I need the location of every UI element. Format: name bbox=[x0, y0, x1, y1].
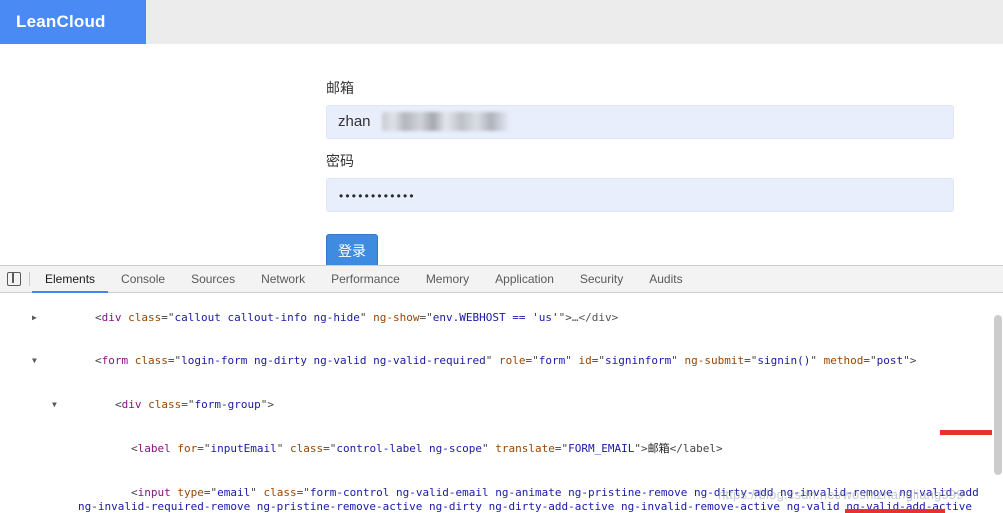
attr-value: form-group bbox=[194, 398, 260, 411]
attr-name: ng-show bbox=[373, 311, 419, 324]
tab-security[interactable]: Security bbox=[567, 266, 636, 293]
attr-value: form bbox=[539, 354, 566, 367]
scrollbar-thumb[interactable] bbox=[994, 315, 1002, 475]
tab-performance[interactable]: Performance bbox=[318, 266, 413, 293]
password-input[interactable]: •••••••••••• bbox=[326, 178, 954, 212]
attr-name: type bbox=[177, 486, 204, 499]
tab-console[interactable]: Console bbox=[108, 266, 178, 293]
form-group-password: 密码 •••••••••••• bbox=[326, 151, 954, 212]
collapse-arrow-icon[interactable]: ▼ bbox=[52, 398, 57, 413]
toolbar-divider bbox=[29, 272, 30, 286]
attr-value: control-label ng-scope bbox=[336, 442, 482, 455]
attr-value: post bbox=[877, 354, 904, 367]
tag-name: div bbox=[122, 398, 142, 411]
email-label: 邮箱 bbox=[326, 78, 954, 98]
attr-name: translate bbox=[495, 442, 555, 455]
elements-dom-tree[interactable]: ▶<div class="callout callout-info ng-hid… bbox=[0, 293, 1003, 513]
dom-node-callout-div[interactable]: ▶<div class="callout callout-info ng-hid… bbox=[0, 296, 1003, 340]
dom-node-form-group-email[interactable]: ▼<div class="form-group"> bbox=[0, 384, 1003, 428]
tab-sources[interactable]: Sources bbox=[178, 266, 248, 293]
browser-page-area: LeanCloud 邮箱 zhan 密码 •••••••••••• 登录 bbox=[0, 0, 1003, 265]
dom-tree-scrollbar[interactable] bbox=[992, 293, 1003, 513]
attr-name: class bbox=[263, 486, 296, 499]
tag-name: form bbox=[102, 354, 129, 367]
email-input-wrapper: zhan bbox=[326, 105, 954, 139]
attr-name: class bbox=[148, 398, 181, 411]
attr-name: class bbox=[135, 354, 168, 367]
tag-name: label bbox=[138, 442, 171, 455]
dom-node-input-email[interactable]: <input type="email" class="form-control … bbox=[0, 471, 1003, 513]
login-form: 邮箱 zhan 密码 •••••••••••• 登录 bbox=[326, 78, 954, 268]
collapsed-children[interactable]: …</div> bbox=[572, 311, 618, 324]
password-label: 密码 bbox=[326, 151, 954, 171]
close-tag: </label> bbox=[670, 442, 723, 455]
devtools-panel: Elements Console Sources Network Perform… bbox=[0, 265, 1003, 513]
attr-value: inputEmail bbox=[210, 442, 276, 455]
password-masked-value: •••••••••••• bbox=[339, 179, 941, 213]
attr-name: role bbox=[499, 354, 526, 367]
collapse-arrow-icon[interactable]: ▼ bbox=[32, 354, 37, 369]
device-toolbar-icon[interactable] bbox=[7, 272, 21, 286]
attr-name: method bbox=[824, 354, 864, 367]
red-annotation-bar-password bbox=[845, 509, 945, 513]
attr-value: signin() bbox=[757, 354, 810, 367]
tag-name: div bbox=[102, 311, 122, 324]
tab-application[interactable]: Application bbox=[482, 266, 567, 293]
form-group-email: 邮箱 zhan bbox=[326, 78, 954, 139]
attr-name: class bbox=[290, 442, 323, 455]
leancloud-logo[interactable]: LeanCloud bbox=[0, 0, 146, 44]
dom-node-form[interactable]: ▼<form class="login-form ng-dirty ng-val… bbox=[0, 340, 1003, 384]
attr-name: for bbox=[177, 442, 197, 455]
attr-name: class bbox=[128, 311, 161, 324]
tab-network[interactable]: Network bbox=[248, 266, 318, 293]
dom-node-label-email[interactable]: <label for="inputEmail" class="control-l… bbox=[0, 427, 1003, 471]
tab-memory[interactable]: Memory bbox=[413, 266, 482, 293]
attr-value: login-form ng-dirty ng-valid ng-valid-re… bbox=[181, 354, 486, 367]
attr-value: env.WEBHOST == 'us' bbox=[433, 311, 559, 324]
devtools-tabbar: Elements Console Sources Network Perform… bbox=[0, 266, 1003, 293]
devtools-dock-controls bbox=[0, 266, 29, 292]
tab-audits[interactable]: Audits bbox=[636, 266, 695, 293]
site-topbar: LeanCloud bbox=[0, 0, 1003, 44]
node-text: 邮箱 bbox=[648, 442, 670, 455]
attr-value: signinform bbox=[605, 354, 671, 367]
attr-value: callout callout-info ng-hide bbox=[174, 311, 359, 324]
email-input[interactable] bbox=[326, 105, 954, 139]
devtools-tab-list: Elements Console Sources Network Perform… bbox=[32, 266, 696, 292]
tab-elements[interactable]: Elements bbox=[32, 266, 108, 293]
screenshot-root: LeanCloud 邮箱 zhan 密码 •••••••••••• 登录 bbox=[0, 0, 1003, 513]
tag-name: input bbox=[138, 486, 171, 499]
attr-value: FORM_EMAIL bbox=[568, 442, 634, 455]
expand-arrow-icon[interactable]: ▶ bbox=[32, 311, 37, 326]
attr-name: id bbox=[579, 354, 592, 367]
attr-name: ng-submit bbox=[684, 354, 744, 367]
attr-value: email bbox=[217, 486, 250, 499]
login-submit-button[interactable]: 登录 bbox=[326, 234, 378, 268]
